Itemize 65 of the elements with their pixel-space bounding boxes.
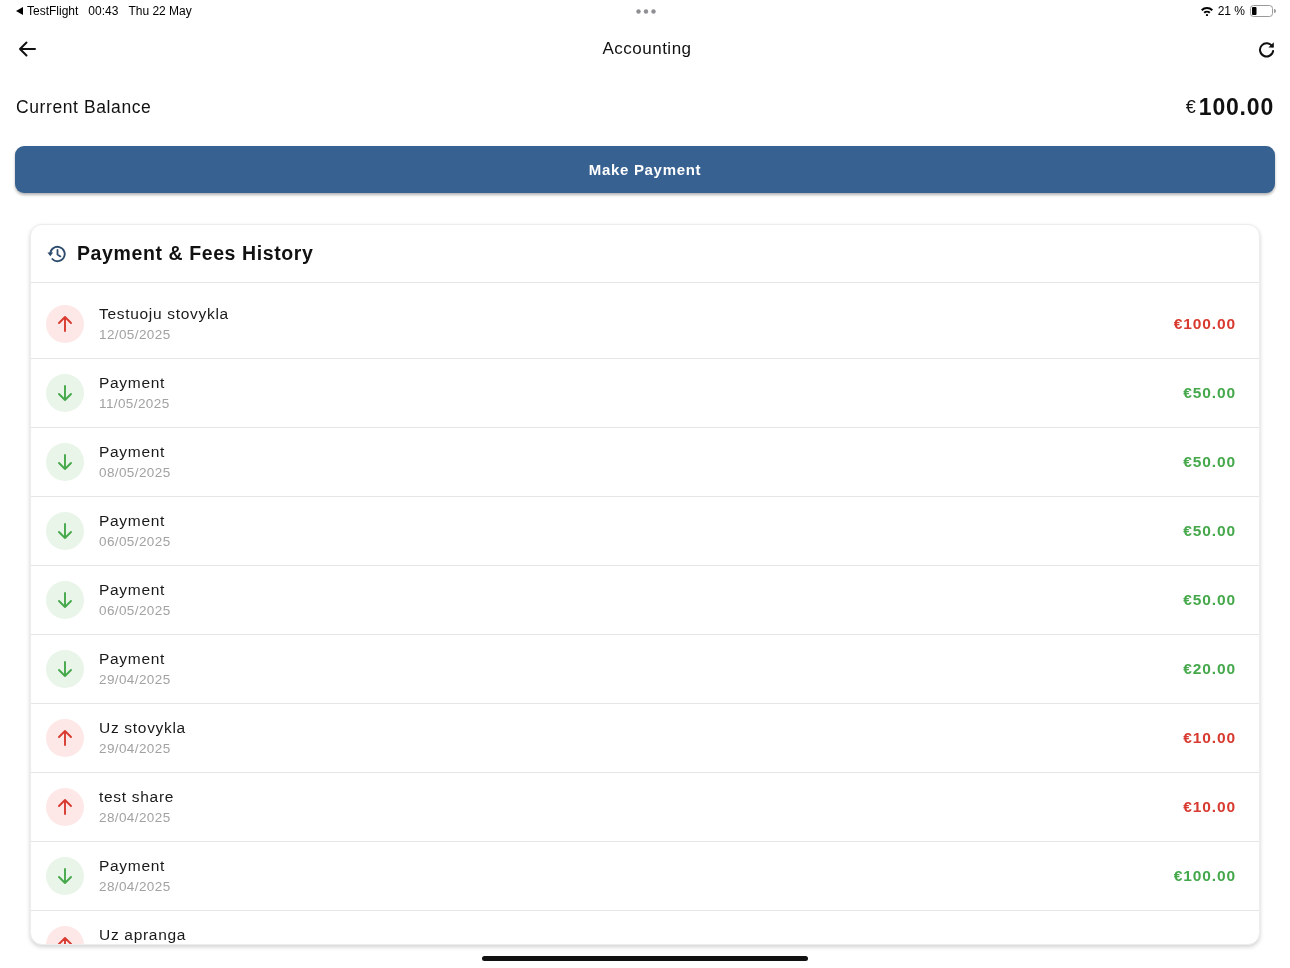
arrow-down-icon	[46, 581, 84, 619]
transaction-amount: €100.00	[1173, 315, 1236, 333]
back-app-link[interactable]: TestFlight	[27, 4, 79, 18]
wifi-icon	[1199, 6, 1214, 16]
transaction-title: Uz apranga	[99, 926, 187, 944]
transaction-row[interactable]: Uz stovykla 29/04/2025 €10.00	[31, 704, 1259, 773]
refresh-button[interactable]	[1258, 40, 1275, 58]
arrow-up-icon	[46, 788, 84, 826]
transaction-date: 28/04/2025	[99, 879, 171, 895]
arrow-down-icon	[46, 650, 84, 688]
back-button[interactable]	[18, 41, 36, 57]
transaction-row[interactable]: Testuoju stovykla 12/05/2025 €100.00	[31, 290, 1259, 359]
transaction-amount: €50.00	[1183, 522, 1236, 540]
arrow-down-icon	[46, 857, 84, 895]
arrow-down-icon	[46, 512, 84, 550]
arrow-up-icon	[46, 305, 84, 343]
transaction-title: test share	[99, 788, 175, 806]
balance-label: Current Balance	[16, 96, 153, 118]
transaction-date: 12/05/2025	[99, 327, 172, 343]
arrow-down-icon	[46, 374, 84, 412]
balance-amount: 100.00	[1198, 93, 1274, 121]
transaction-amount: €10.00	[1183, 729, 1236, 747]
transaction-row[interactable]: Payment 06/05/2025 €50.00	[31, 566, 1259, 635]
arrow-up-icon	[46, 719, 84, 757]
transaction-date: 11/05/2025	[99, 396, 170, 412]
transaction-row[interactable]: Payment 28/04/2025 €100.00	[31, 842, 1259, 911]
back-arrow-icon	[18, 41, 36, 57]
transaction-row[interactable]: Payment 11/05/2025 €50.00	[31, 359, 1259, 428]
transaction-date: 08/05/2025	[99, 465, 171, 481]
refresh-icon	[1258, 40, 1275, 58]
transaction-title: Payment	[99, 581, 167, 599]
transaction-amount: €50.00	[1183, 384, 1236, 402]
page-title: Accounting	[601, 39, 693, 59]
transaction-title: Payment	[99, 512, 167, 530]
history-title: Payment & Fees History	[77, 242, 314, 265]
currency-symbol: €	[1185, 96, 1196, 118]
history-icon	[47, 243, 67, 264]
transaction-title: Payment	[99, 374, 167, 392]
transaction-row[interactable]: Payment 06/05/2025 €50.00	[31, 497, 1259, 566]
transaction-title: Uz stovykla	[99, 719, 186, 737]
transaction-row[interactable]: test share 28/04/2025 €10.00	[31, 773, 1259, 842]
status-date: Thu 22 May	[128, 4, 192, 18]
transaction-row[interactable]: Payment 08/05/2025 €50.00	[31, 428, 1259, 497]
arrow-down-icon	[46, 443, 84, 481]
transaction-amount: €10.00	[1183, 798, 1236, 816]
transaction-row[interactable]: Payment 29/04/2025 €20.00	[31, 635, 1259, 704]
battery-icon	[1250, 5, 1276, 17]
transaction-amount: €20.00	[1183, 660, 1236, 678]
transaction-title: Payment	[99, 857, 167, 875]
transaction-amount: €50.00	[1183, 591, 1236, 609]
transaction-date: 06/05/2025	[99, 534, 171, 550]
transaction-date: 06/05/2025	[99, 603, 171, 619]
make-payment-button[interactable]: Make Payment	[15, 146, 1275, 193]
transaction-date: 29/04/2025	[99, 672, 171, 688]
transaction-title: Payment	[99, 650, 167, 668]
transaction-title: Testuoju stovykla	[99, 305, 229, 323]
status-time: 00:43	[88, 4, 119, 18]
transaction-date: 28/04/2025	[99, 810, 172, 826]
transaction-amount: €50.00	[1183, 453, 1236, 471]
more-dots-icon[interactable]	[636, 8, 656, 14]
transaction-amount: €100.00	[1173, 867, 1236, 885]
transaction-title: Payment	[99, 443, 167, 461]
transaction-date: 29/04/2025	[99, 741, 172, 757]
battery-percent: 21 %	[1217, 4, 1245, 18]
back-caret-icon[interactable]	[16, 7, 23, 15]
